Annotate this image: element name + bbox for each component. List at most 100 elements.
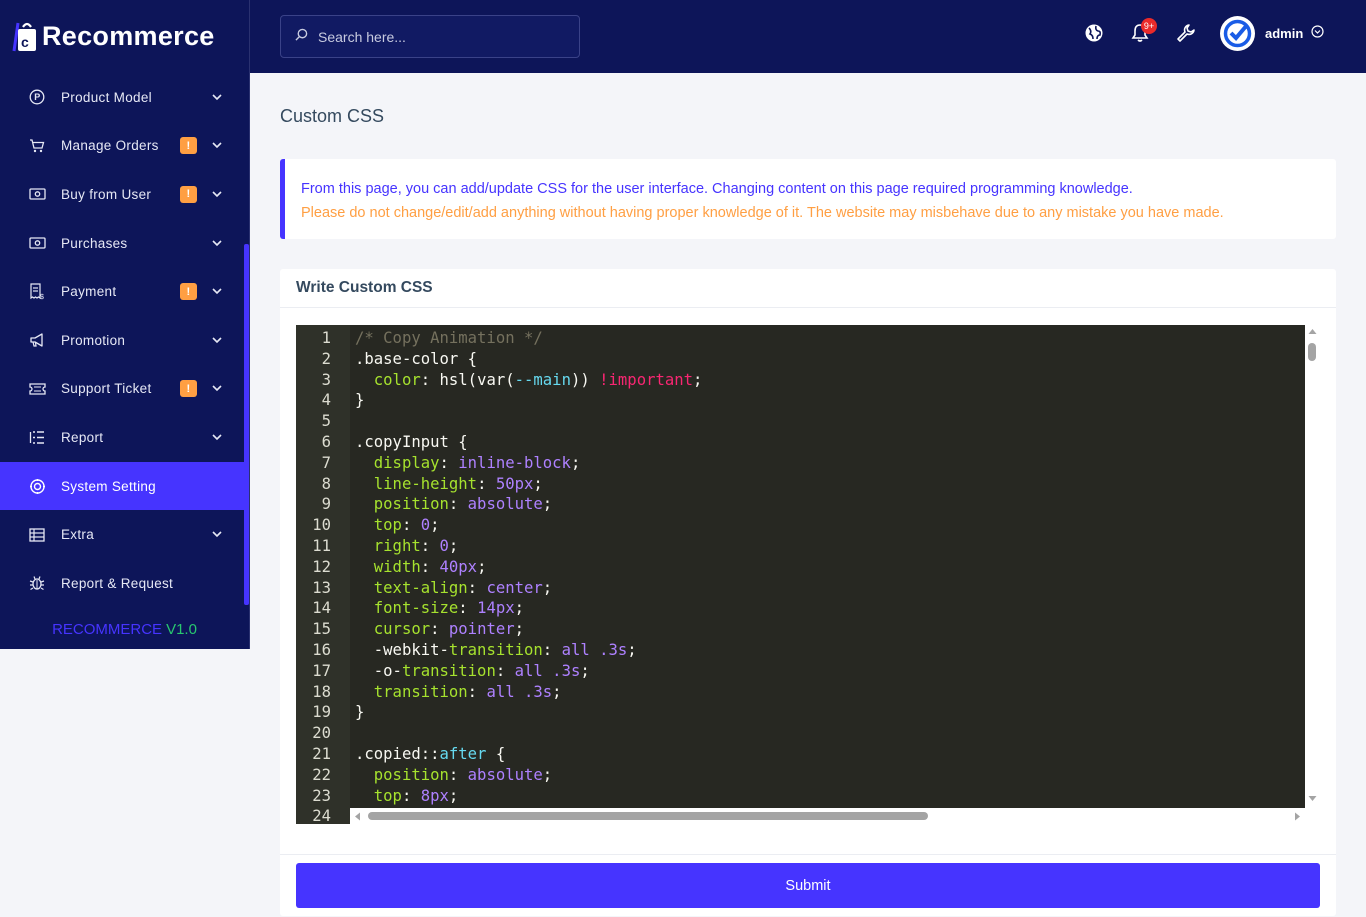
sidebar-menu: P Product Model Manage Orders! Buy from Use… [0,73,249,608]
code-line[interactable]: 8 line-height: 50px; [296,474,702,495]
code-text: .base-color { [355,349,477,370]
code-text: position: absolute; [355,494,552,515]
sidebar-item-report[interactable]: Report [0,413,249,462]
scroll-down-icon[interactable] [1308,795,1317,802]
sidebar-item-label: System Setting [61,478,156,494]
code-line[interactable]: 23 top: 8px; [296,786,702,807]
chevron-down-icon [211,334,223,346]
line-number: 11 [312,536,331,555]
code-token: : [477,474,496,493]
code-line[interactable]: 7 display: inline-block; [296,453,702,474]
code-line[interactable]: 14 font-size: 14px; [296,598,702,619]
editor-vertical-scrollbar[interactable] [1305,325,1320,808]
sidebar-item-extra[interactable]: Extra [0,510,249,559]
sidebar-item-system-setting[interactable]: System Setting [0,461,249,511]
code-line[interactable]: 10 top: 0; [296,515,702,536]
sidebar-item-manage-orders[interactable]: Manage Orders! [0,122,249,171]
code-token: cursor [373,620,431,639]
wrench-icon[interactable] [1175,22,1197,44]
code-token: line-height [373,474,478,493]
code-line[interactable]: 22 position: absolute; [296,765,702,786]
sidebar-item-promotion[interactable]: Promotion [0,316,249,365]
code-line[interactable]: 13 text-align: center; [296,578,702,599]
sidebar-item-product-model[interactable]: P Product Model [0,73,249,122]
search-box[interactable] [280,15,580,58]
search-input[interactable] [318,28,558,45]
editor-vertical-thumb[interactable] [1308,343,1316,361]
sidebar-item-buy-from-user[interactable]: Buy from User! [0,170,249,219]
code-line[interactable]: 3 color: hsl(var(--main)) !important; [296,370,703,391]
scroll-right-icon[interactable] [1294,812,1301,821]
list-icon [28,428,46,446]
warning-badge: ! [180,283,197,301]
code-token: )) [570,370,600,389]
code-line[interactable]: 16 -webkit-transition: all .3s; [296,640,702,661]
code-token: : [439,453,459,472]
editor-horizontal-thumb[interactable] [368,812,928,820]
code-token: absolute [467,765,543,784]
notice-warning-text: Please do not change/edit/add anything w… [301,205,1224,221]
code-token: : [458,599,478,618]
sidebar-item-payment[interactable]: $ Payment! [0,267,249,316]
code-text: right: 0; [355,536,459,557]
submit-button[interactable]: Submit [296,863,1320,908]
sidebar-item-label: Promotion [61,332,126,348]
code-line[interactable]: 4} [296,390,702,411]
sidebar-item-purchases[interactable]: Purchases [0,219,249,268]
sidebar-scrollbar[interactable] [244,244,249,605]
code-token: 8px [420,786,449,805]
code-text: font-size: 14px; [355,598,524,619]
code-line[interactable]: 6 .copyInput { [296,432,702,453]
code-token: -o- [355,661,402,680]
user-menu[interactable]: admin [1220,16,1324,51]
scroll-left-icon[interactable] [354,812,361,821]
code-token: ; [514,599,525,618]
code-line[interactable]: 5 [296,411,702,432]
code-text: position: absolute; [355,765,552,786]
globe-icon[interactable] [1083,22,1105,44]
sidebar-item-label: Extra [61,527,95,543]
code-line[interactable]: 18 transition: all .3s; [296,682,702,703]
version-label: RECOMMERCE V1.0 [0,610,249,650]
topbar: 9+ admin [250,0,1366,73]
code-line[interactable]: 1 /* Copy Animation */ [296,328,702,349]
code-line[interactable]: 17 -o-transition: all .3s; [296,661,702,682]
code-token: font-size [373,599,459,618]
code-text: .copyInput { [355,432,468,453]
code-line[interactable]: 15 cursor: pointer; [296,619,702,640]
code-text: line-height: 50px; [355,474,543,495]
code-text: color: hsl(var(--main)) !important; [355,370,703,391]
code-token: pointer [448,620,515,639]
code-line[interactable]: 19} [296,702,702,723]
code-line[interactable]: 9 position: absolute; [296,494,702,515]
sidebar-item-support-ticket[interactable]: Support Ticket! [0,365,249,414]
scroll-up-icon[interactable] [1308,328,1317,335]
card-title: Write Custom CSS [296,279,433,296]
code-token: text-align [373,578,468,597]
editor-horizontal-scrollbar[interactable] [350,808,1320,824]
code-token: all .3s [486,682,553,701]
sidebar-item-report-request[interactable]: Report & Request [0,559,249,608]
code-line[interactable]: 11 right: 0; [296,536,702,557]
sidebar-item-label: Payment [61,284,117,300]
line-number: 17 [312,661,331,680]
code-line[interactable]: 12 width: 40px; [296,557,702,578]
brand-logo[interactable]: c Recommerce [0,0,249,73]
code-token: : [448,495,468,514]
code-line[interactable]: 20 [296,723,702,744]
code-content[interactable]: 1 /* Copy Animation */ 2 .base-color {3 col… [296,328,702,824]
bell-icon[interactable]: 9+ [1129,18,1157,44]
line-number: 7 [321,453,331,472]
code-token: ; [542,578,553,597]
code-token: ; [693,370,703,389]
code-line[interactable]: 2 .base-color { [296,349,702,370]
code-line[interactable]: 21 .copied::after { [296,744,702,765]
card-header: Write Custom CSS [280,269,1336,308]
notice-info-text: From this page, you can add/update CSS f… [301,181,1133,197]
css-code-editor[interactable]: 1 /* Copy Animation */ 2 .base-color {3 col… [296,325,1320,824]
code-token: ; [627,640,637,659]
code-token: : [401,786,421,805]
sidebar-item-label: Product Model [61,89,152,105]
